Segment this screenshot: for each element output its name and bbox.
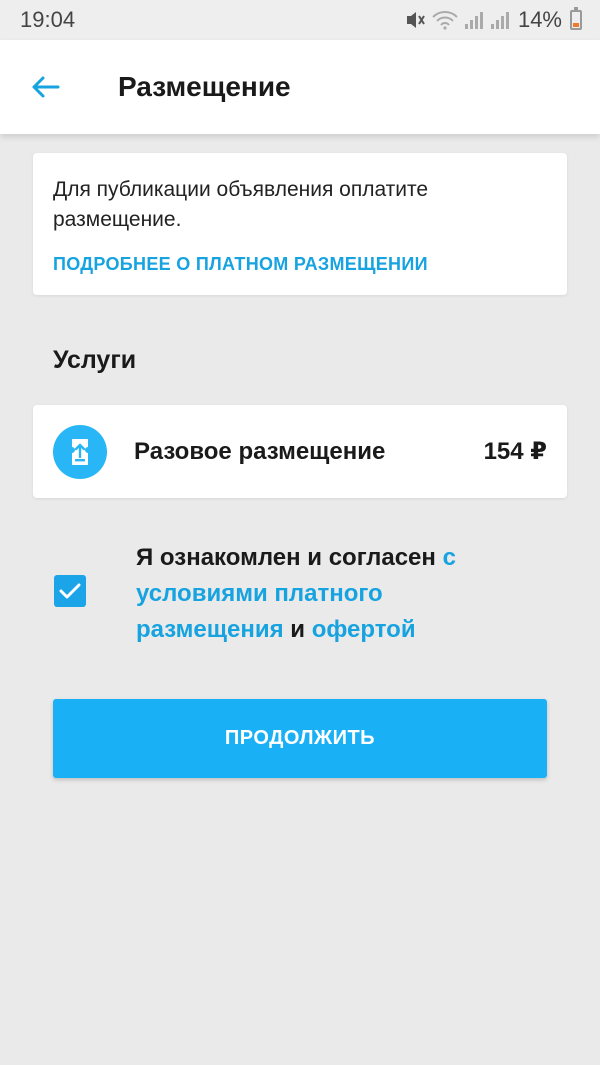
service-price: 154 ₽ <box>483 438 547 465</box>
agreement-text-and: и <box>283 616 312 643</box>
info-text: Для публикации объявления оплатите разме… <box>53 178 429 231</box>
page-title: Размещение <box>118 71 291 102</box>
agreement-row: Я ознакомлен и согласен с условиями плат… <box>53 540 553 650</box>
checkmark-icon <box>59 583 81 599</box>
agreement-text: Я ознакомлен и согласен с условиями плат… <box>136 540 496 648</box>
mute-vibrate-icon <box>406 12 425 28</box>
service-item[interactable]: Разовое размещение 154 ₽ <box>33 405 567 498</box>
ticket-up-icon <box>53 424 107 479</box>
agreement-text-start: Я ознакомлен и согласен <box>136 544 443 571</box>
services-title: Услуги <box>53 346 137 374</box>
status-icons <box>404 10 510 30</box>
battery-icon <box>570 7 582 30</box>
agreement-checkbox[interactable] <box>54 575 86 607</box>
status-bar: 19:04 14% <box>0 0 600 40</box>
signal-icon <box>490 12 509 29</box>
info-card: Для публикации объявления оплатите разме… <box>33 153 567 295</box>
back-button[interactable] <box>0 40 92 134</box>
status-right: 14% <box>404 7 582 33</box>
wifi-icon <box>432 11 458 30</box>
arrow-left-icon <box>32 76 60 98</box>
paid-placement-info-link[interactable]: ПОДРОБНЕЕ О ПЛАТНОМ РАЗМЕЩЕНИИ <box>53 254 547 275</box>
battery-percent: 14% <box>517 7 562 32</box>
service-name: Разовое размещение <box>134 437 386 465</box>
app-bar: Размещение <box>0 40 600 134</box>
offer-link[interactable]: офертой <box>312 616 416 643</box>
status-time: 19:04 <box>20 7 76 32</box>
continue-button[interactable]: ПРОДОЛЖИТЬ <box>53 699 547 778</box>
signal-icon <box>464 12 483 29</box>
